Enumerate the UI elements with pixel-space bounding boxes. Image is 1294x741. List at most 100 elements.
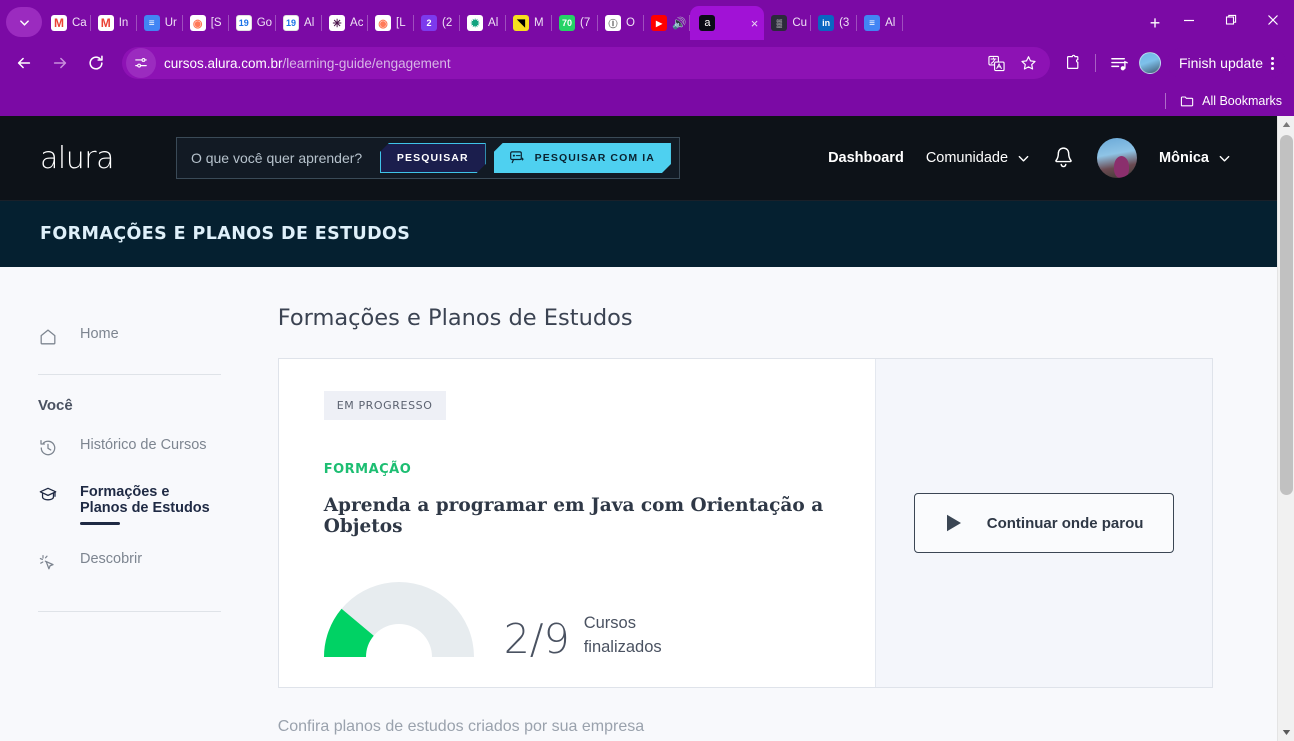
omnibox-actions <box>980 48 1050 78</box>
sidebar-historico-label: Histórico de Cursos <box>80 437 207 453</box>
graduation-cap-icon <box>38 485 58 505</box>
translate-icon[interactable] <box>982 48 1012 78</box>
page-scrollbar[interactable] <box>1277 116 1294 741</box>
whatsapp-icon: 70 <box>559 15 576 31</box>
notification-bell-icon[interactable] <box>1052 146 1075 171</box>
scroll-down-button[interactable] <box>1278 724 1294 741</box>
maximize-button[interactable] <box>1210 2 1252 38</box>
all-bookmarks-button[interactable]: All Bookmarks <box>1180 94 1282 109</box>
chevron-down-icon <box>1219 155 1230 162</box>
search-button[interactable]: PESQUISAR <box>380 143 486 173</box>
reload-button[interactable] <box>80 47 112 79</box>
new-tab-button[interactable]: + <box>1142 10 1168 36</box>
hubspot-icon: ◉ <box>375 15 392 31</box>
close-window-button[interactable] <box>1252 2 1294 38</box>
site-settings-icon[interactable] <box>126 48 156 78</box>
browser-tab[interactable]: ▒ Cu <box>764 6 812 40</box>
browser-tab[interactable]: M Ca <box>44 6 91 40</box>
page-body: Home Você Histórico de Cursos Formações … <box>0 267 1277 741</box>
nav-dashboard[interactable]: Dashboard <box>828 150 904 166</box>
slack-icon: ✳ <box>329 15 346 31</box>
sidebar-divider <box>38 374 221 375</box>
browser-tab[interactable]: ◉ [S <box>183 6 229 40</box>
all-bookmarks-label: All Bookmarks <box>1202 94 1282 108</box>
address-bar[interactable]: cursos.alura.com.br/learning-guide/engag… <box>122 47 1050 79</box>
formation-title[interactable]: Aprenda a programar em Java com Orientaç… <box>324 495 876 537</box>
minimize-button[interactable] <box>1168 2 1210 38</box>
browser-tab[interactable]: M In <box>91 6 137 40</box>
browser-menu-button[interactable] <box>1263 56 1282 70</box>
window-controls <box>1168 0 1294 40</box>
history-icon <box>38 438 58 458</box>
tab-title: Cu <box>792 17 808 29</box>
sidebar-descobrir-label: Descobrir <box>80 551 143 567</box>
gmail-icon: M <box>51 15 67 31</box>
media-control-button[interactable] <box>1105 48 1135 78</box>
tab-close-button[interactable]: × <box>747 17 759 30</box>
sidebar-item-home[interactable]: Home <box>38 313 236 360</box>
tab-title: Ur <box>164 17 177 29</box>
google-calendar-icon: 19 <box>235 15 252 31</box>
browser-tab[interactable]: ✹ Al <box>460 6 507 40</box>
minimize-icon <box>1184 19 1194 22</box>
extensions-button[interactable] <box>1058 48 1088 78</box>
browser-tab-active[interactable]: a × <box>690 6 765 40</box>
tab-title: (3 <box>839 17 850 29</box>
tab-title: O <box>626 17 635 29</box>
browser-tab[interactable]: in (3 <box>811 6 858 40</box>
sidebar-item-historico[interactable]: Histórico de Cursos <box>38 424 236 471</box>
puzzle-icon <box>1066 54 1079 69</box>
browser-tab[interactable]: 2 (2 <box>414 6 461 40</box>
browser-tab[interactable]: Ⓘ O <box>598 6 645 40</box>
forward-button[interactable] <box>44 47 76 79</box>
browser-tab[interactable]: ≡ Al <box>857 6 904 40</box>
sidebar-item-descobrir[interactable]: Descobrir <box>38 538 236 585</box>
scroll-up-button[interactable] <box>1278 116 1294 133</box>
scrollbar-thumb[interactable] <box>1280 135 1293 495</box>
sidebar-item-formacoes[interactable]: Formações e Planos de Estudos <box>38 471 236 538</box>
browser-tab[interactable]: 19 Go <box>229 6 277 40</box>
status-badge: EM PROGRESSO <box>323 391 446 420</box>
back-button[interactable] <box>8 47 40 79</box>
page-viewport: alura O que você quer aprender? PESQUISA… <box>0 116 1294 741</box>
browser-tab[interactable]: ≡ Ur <box>137 6 183 40</box>
gmail-icon: M <box>97 15 114 31</box>
play-icon <box>946 514 961 532</box>
continue-button-label: Continuar onde parou <box>986 514 1144 532</box>
browser-tab[interactable]: 19 Al <box>276 6 323 40</box>
search-with-ai-button[interactable]: PESQUISAR COM IA <box>494 143 671 173</box>
below-card-text: Confira planos de estudos criados por su… <box>277 718 645 735</box>
formation-card: EM PROGRESSO FORMAÇÃO Aprenda a programa… <box>277 358 1213 688</box>
site-header: alura O que você quer aprender? PESQUISA… <box>0 116 1277 201</box>
user-name-label: Mônica <box>1159 150 1209 166</box>
finish-update-label: Finish update <box>1178 55 1263 71</box>
browser-tab[interactable]: ▶ 🔊 <box>644 6 691 40</box>
nav-comunidade[interactable]: Comunidade <box>926 150 1030 166</box>
tab-title: (2 <box>442 17 453 29</box>
linkedin-icon: in <box>818 15 835 31</box>
bookmark-star-button[interactable] <box>1014 48 1044 78</box>
sidebar-home-label: Home <box>80 326 119 342</box>
continue-button[interactable]: Continuar onde parou <box>913 493 1175 553</box>
browser-tab[interactable]: 70 (7 <box>552 6 599 40</box>
notification-icon: 2 <box>421 15 438 31</box>
site-search-box[interactable]: O que você quer aprender? PESQUISAR PESQ… <box>175 137 680 179</box>
gauge-svg <box>323 582 474 657</box>
alura-icon: a <box>699 15 716 31</box>
tab-title: Ac <box>350 17 364 29</box>
browser-tab[interactable]: ◥ M <box>506 6 553 40</box>
url-text: cursos.alura.com.br/learning-guide/engag… <box>164 56 451 71</box>
chevron-down-icon <box>1018 155 1029 162</box>
browser-tab[interactable]: ◉ [L <box>368 6 415 40</box>
youtube-icon: ▶ <box>651 15 668 31</box>
search-input[interactable]: O que você quer aprender? <box>191 150 380 166</box>
user-avatar[interactable] <box>1097 138 1138 178</box>
sidebar-formacoes-label-wrap: Formações e Planos de Estudos <box>80 484 210 525</box>
user-menu[interactable]: Mônica <box>1159 150 1231 166</box>
tab-search-button[interactable] <box>6 7 42 37</box>
alura-logo[interactable]: alura <box>40 141 114 176</box>
section-header: FORMAÇÕES E PLANOS DE ESTUDOS <box>0 201 1277 267</box>
browser-tab[interactable]: ✳ Ac <box>322 6 369 40</box>
finish-update-button[interactable]: Finish update <box>1166 48 1286 78</box>
profile-avatar[interactable] <box>1138 52 1161 74</box>
